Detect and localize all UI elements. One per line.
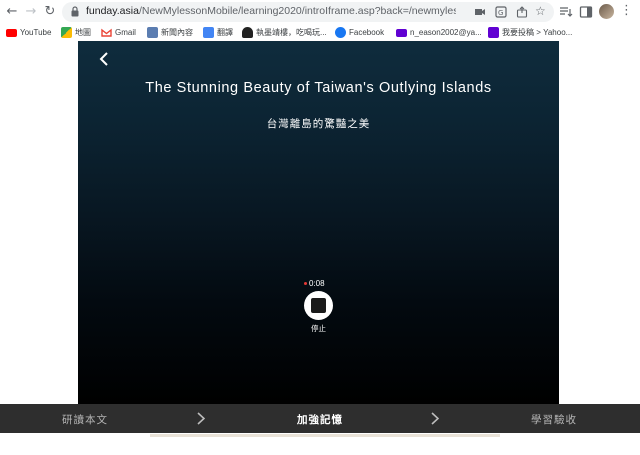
bookmark-youtube[interactable]: YouTube	[6, 26, 51, 39]
reload-icon[interactable]: ↻	[41, 3, 59, 21]
step-navigation: 研讀本文 加強記憶 學習驗收	[0, 404, 640, 433]
bookmark-label: n_eason2002@ya...	[410, 28, 482, 37]
lesson-player: The Stunning Beauty of Taiwan's Outlying…	[78, 41, 559, 404]
bookmark-facebook[interactable]: Facebook	[335, 26, 384, 39]
url-host: funday.asia	[86, 5, 139, 17]
maps-icon	[61, 27, 72, 38]
share-icon[interactable]	[516, 6, 528, 18]
translate-icon	[203, 27, 214, 38]
stop-label: 停止	[311, 324, 326, 333]
step-strengthen-memory[interactable]: 加強記憶	[297, 412, 343, 427]
timer-text: 0:08	[309, 279, 325, 288]
avatar[interactable]	[599, 4, 614, 19]
bookmarks-bar: YouTube 地圖 Gmail 新聞內容 翻譯 執墨靖樓，吃喝玩... Fac…	[0, 24, 640, 41]
stop-icon	[311, 298, 326, 313]
bookmark-news[interactable]: 新聞內容	[147, 26, 193, 39]
bookmark-mail[interactable]: n_eason2002@ya...	[396, 26, 482, 39]
back-chevron-icon[interactable]	[96, 51, 112, 67]
menu-icon[interactable]: ⋮	[620, 2, 633, 20]
mail-icon	[396, 28, 407, 37]
lesson-title: The Stunning Beauty of Taiwan's Outlying…	[145, 80, 492, 96]
bookmark-label: 執墨靖樓，吃喝玩...	[256, 28, 327, 37]
gmail-icon	[101, 28, 112, 37]
bookmark-label: Gmail	[115, 28, 136, 37]
page-content: The Stunning Beauty of Taiwan's Outlying…	[0, 41, 640, 455]
url-text[interactable]: funday.asia/NewMylessonMobile/learning20…	[86, 5, 456, 17]
step-learning-check[interactable]: 學習驗收	[531, 412, 577, 427]
svg-text:G: G	[498, 9, 503, 17]
chevron-right-icon	[197, 412, 205, 425]
url-path: /NewMylessonMobile/learning2020/introIfr…	[138, 5, 456, 17]
youtube-icon	[6, 28, 17, 37]
bookmark-star-icon[interactable]: ☆	[535, 4, 547, 18]
facebook-icon	[335, 27, 346, 38]
bookmark-label: YouTube	[20, 28, 52, 37]
blog-icon	[242, 27, 253, 38]
translate-page-icon[interactable]: G	[495, 6, 507, 18]
bookmark-yahoo[interactable]: 我要投稿 > Yahoo...	[488, 26, 572, 39]
bookmark-label: Facebook	[349, 28, 385, 37]
yahoo-icon	[488, 27, 499, 38]
page-bottom	[0, 433, 640, 455]
news-icon	[147, 27, 158, 38]
lock-icon[interactable]	[71, 6, 79, 17]
chevron-right-icon	[431, 412, 439, 425]
side-panel-icon[interactable]	[579, 5, 593, 19]
bookmark-translate[interactable]: 翻譯	[203, 26, 233, 39]
stop-button[interactable]	[304, 291, 333, 320]
browser-toolbar: ← → ↻ funday.asia/NewMylessonMobile/lear…	[0, 0, 640, 24]
forward-arrow-icon[interactable]: →	[22, 3, 40, 21]
recording-timer: 0:08	[304, 279, 325, 288]
media-icon[interactable]	[474, 6, 486, 18]
bookmark-label: 新聞內容	[161, 28, 193, 37]
address-bar[interactable]: funday.asia/NewMylessonMobile/learning20…	[62, 2, 554, 22]
bookmark-label: 地圖	[75, 28, 91, 37]
bookmark-label: 我要投稿 > Yahoo...	[502, 28, 573, 37]
bookmark-maps[interactable]: 地圖	[61, 26, 91, 39]
step-study-text[interactable]: 研讀本文	[62, 412, 108, 427]
divider	[150, 434, 500, 437]
recording-dot-icon	[304, 282, 307, 285]
bookmark-label: 翻譯	[217, 28, 233, 37]
reading-list-icon[interactable]	[559, 5, 573, 19]
bookmark-blog[interactable]: 執墨靖樓，吃喝玩...	[242, 26, 327, 39]
lesson-subtitle: 台灣離島的驚豔之美	[266, 118, 371, 130]
bookmark-gmail[interactable]: Gmail	[101, 26, 136, 39]
back-arrow-icon[interactable]: ←	[3, 3, 21, 21]
